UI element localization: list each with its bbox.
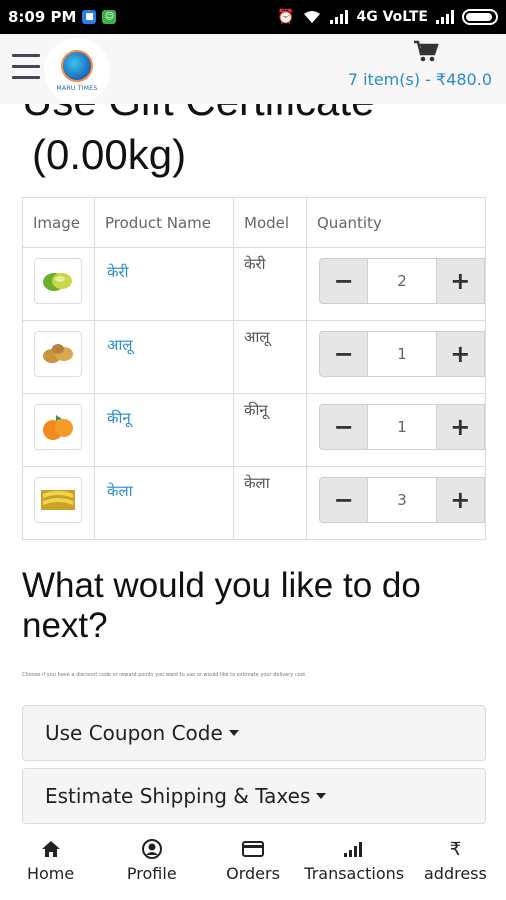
signal-icon-2 — [436, 10, 454, 24]
globe-logo-icon — [61, 50, 93, 82]
app-notification-icon: ■ — [82, 10, 97, 24]
logo-text: MARU TIMES — [56, 85, 98, 92]
nav-address[interactable]: ₹ address — [405, 828, 506, 900]
page-title-text: Use Gift Certificate — [22, 104, 374, 124]
decrease-quantity-button[interactable]: − — [319, 477, 369, 523]
table-row: आलू आलू − 1 + — [22, 320, 486, 394]
shopping-cart-icon[interactable] — [413, 40, 439, 62]
next-steps-title: What would you like to do next? — [22, 566, 421, 645]
status-bar: 8:09 PM ■ ☺ ⏰ 4G VoLTE — [0, 0, 506, 34]
table-row: कीनू कीनू − 1 + — [22, 393, 486, 467]
nav-label: address — [423, 864, 487, 883]
estimate-shipping-toggle[interactable]: Estimate Shipping & Taxes — [22, 768, 486, 824]
use-coupon-code-toggle[interactable]: Use Coupon Code — [22, 705, 486, 761]
coupon-label: Use Coupon Code — [45, 721, 223, 745]
orange-icon[interactable] — [34, 404, 82, 450]
table-row: केला केला − 3 + — [22, 466, 486, 540]
battery-icon — [462, 9, 498, 25]
increase-quantity-button[interactable]: + — [435, 404, 486, 450]
app-header: MARU TIMES 7 item(s) - ₹480.0 — [0, 34, 506, 104]
increase-quantity-button[interactable]: + — [435, 258, 486, 304]
page-title: Use Gift Certificate (0.00kg) — [22, 104, 374, 182]
profile-icon — [141, 839, 162, 859]
decrease-quantity-button[interactable]: − — [319, 331, 369, 377]
next-steps-hint: Choose if you have a discount code or re… — [22, 672, 307, 678]
nav-label: Orders — [226, 864, 280, 883]
product-name-link[interactable]: आलू — [95, 321, 233, 355]
nav-home[interactable]: Home — [0, 828, 101, 900]
home-icon — [41, 841, 60, 857]
rupee-icon: ₹ — [449, 838, 462, 860]
nav-label: Profile — [126, 864, 177, 883]
product-name-link[interactable]: केरी — [95, 248, 233, 282]
menu-icon[interactable] — [12, 54, 40, 80]
credit-card-icon — [242, 841, 264, 857]
column-header-product-name: Product Name — [94, 197, 234, 248]
product-model: केरी — [244, 255, 266, 273]
caret-down-icon — [228, 730, 239, 736]
column-header-quantity: Quantity — [306, 197, 486, 248]
quantity-input[interactable]: 1 — [368, 331, 436, 377]
brand-logo[interactable]: MARU TIMES — [44, 38, 110, 104]
signal-bars-icon — [344, 842, 363, 857]
chat-notification-icon: ☺ — [102, 10, 117, 24]
wifi-icon — [304, 11, 321, 23]
shipping-label: Estimate Shipping & Taxes — [45, 784, 311, 808]
quantity-stepper: − 1 + — [319, 404, 486, 450]
product-model: आलू — [244, 328, 270, 346]
column-header-image: Image — [22, 197, 95, 248]
decrease-quantity-button[interactable]: − — [319, 258, 369, 304]
caret-down-icon — [316, 793, 327, 799]
product-name-link[interactable]: कीनू — [95, 394, 233, 428]
nav-orders[interactable]: Orders — [202, 828, 303, 900]
decrease-quantity-button[interactable]: − — [319, 404, 369, 450]
quantity-stepper: − 3 + — [319, 477, 486, 523]
nav-label: Home — [26, 864, 75, 883]
banana-icon[interactable] — [34, 477, 82, 523]
main-content: Use Gift Certificate (0.00kg) Image Prod… — [0, 104, 506, 828]
network-label: 4G VoLTE — [356, 9, 428, 25]
column-header-model: Model — [233, 197, 307, 248]
quantity-input[interactable]: 2 — [368, 258, 436, 304]
mango-icon[interactable] — [34, 258, 82, 304]
nav-profile[interactable]: Profile — [101, 828, 202, 900]
product-name-link[interactable]: केला — [95, 467, 233, 501]
potato-icon[interactable] — [34, 331, 82, 377]
quantity-input[interactable]: 3 — [368, 477, 436, 523]
bottom-navigation: Home Profile Orders Transactions ₹ addre… — [0, 828, 506, 900]
nav-transactions[interactable]: Transactions — [304, 828, 405, 900]
cart-weight: (0.00kg) — [32, 131, 187, 178]
table-header-row: Image Product Name Model Quantity — [22, 197, 486, 248]
product-model: कीनू — [244, 401, 268, 419]
nav-label: Transactions — [304, 864, 405, 883]
status-time: 8:09 PM — [8, 8, 77, 26]
product-model: केला — [244, 474, 270, 492]
cart-summary[interactable]: 7 item(s) - ₹480.0 — [348, 70, 492, 89]
quantity-stepper: − 2 + — [319, 258, 486, 304]
alarm-icon: ⏰ — [277, 9, 295, 25]
quantity-stepper: − 1 + — [319, 331, 486, 377]
signal-icon — [330, 10, 349, 24]
cart-table: Image Product Name Model Quantity केरी क… — [22, 197, 486, 540]
increase-quantity-button[interactable]: + — [435, 477, 486, 523]
increase-quantity-button[interactable]: + — [435, 331, 486, 377]
table-row: केरी केरी − 2 + — [22, 247, 486, 321]
quantity-input[interactable]: 1 — [368, 404, 436, 450]
